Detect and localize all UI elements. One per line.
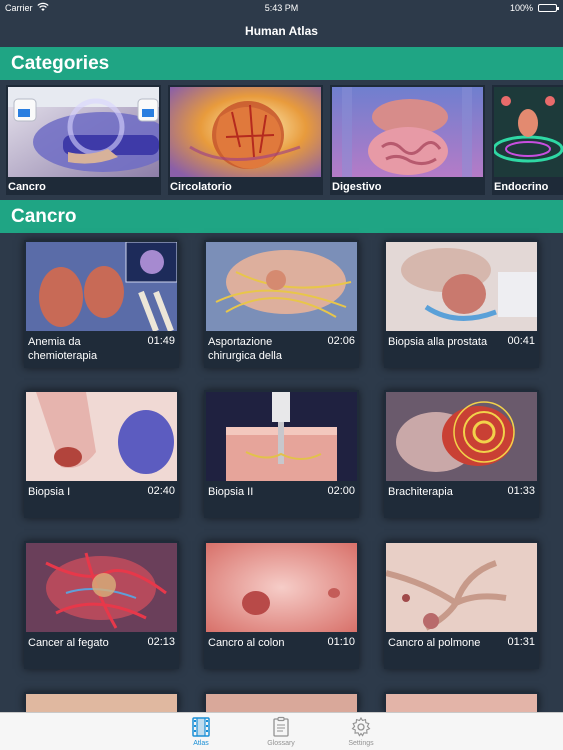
battery-percent: 100% [509,3,533,13]
tab-label: Atlas [193,740,209,747]
category-thumbnail [332,87,483,177]
video-thumbnail [386,242,537,331]
film-icon [192,717,210,737]
video-card-anemia[interactable]: Anemia da chemioterapia 01:49 [24,240,179,368]
category-label: Endocrino [494,181,549,193]
video-card-brachiterapia[interactable]: Brachiterapia 01:33 [384,390,539,518]
tab-label: Glossary [267,740,295,747]
video-duration: 01:31 [507,636,535,648]
video-card-cancer-fegato[interactable]: Cancer al fegato 02:13 [24,541,179,669]
video-title: Cancer al fegato [28,637,109,649]
category-card-cancro[interactable]: Cancro [6,85,173,195]
video-thumbnail [206,392,357,481]
video-title: Biopsia I [28,486,71,498]
video-duration: 02:00 [327,485,355,497]
tab-bar: Atlas Glossary Settings [0,712,563,750]
video-thumbnail [26,241,178,333]
category-label: Cancro [8,181,46,193]
category-thumbnail [492,87,563,177]
video-title: Brachiterapia [388,486,453,498]
video-card-partial[interactable] [204,692,359,712]
video-card-biopsia-i[interactable]: Biopsia I 02:40 [24,390,179,518]
tab-atlas[interactable]: Atlas [171,716,231,747]
categories-carousel[interactable]: Cancro Circolatorio Digestivo Endocrino [0,81,563,199]
video-thumbnail [206,242,357,331]
video-duration: 00:41 [507,335,535,347]
tab-label: Settings [348,740,374,747]
tab-glossary[interactable]: Glossary [251,716,311,747]
video-duration: 01:10 [327,636,355,648]
video-card-biopsia-prostata[interactable]: Biopsia alla prostata 00:41 [384,240,539,368]
video-duration: 02:40 [147,485,175,497]
video-duration: 01:49 [147,335,175,347]
video-thumbnail [26,694,177,712]
video-duration: 02:13 [147,636,175,648]
video-title: Asportazione chirurgica della [208,336,282,362]
categories-header: Categories [0,47,563,80]
battery-icon [538,4,559,12]
category-label: Circolatorio [170,181,232,193]
tab-settings[interactable]: Settings [331,716,391,747]
status-time: 5:43 PM [264,3,299,13]
video-duration: 02:06 [327,335,355,347]
category-label: Digestivo [332,181,382,193]
video-thumbnail [26,392,177,481]
video-title: Biopsia II [208,486,254,498]
video-title: Biopsia alla prostata [388,336,488,348]
category-thumbnail [8,87,173,177]
video-title: Cancro al colon [208,637,285,649]
clipboard-icon [273,716,289,737]
cancro-header: Cancro [0,200,563,233]
video-thumbnail [206,694,357,712]
category-card-digestivo[interactable]: Digestivo [330,85,485,195]
video-thumbnail [26,543,177,632]
category-card-circolatorio[interactable]: Circolatorio [168,85,323,195]
video-thumbnail [386,392,537,481]
page-title: Human Atlas [245,24,318,38]
gear-icon [351,716,371,737]
video-duration: 01:33 [507,485,535,497]
category-card-endocrino[interactable]: Endocrino [492,85,563,195]
video-title: Anemia da chemioterapia [28,336,98,362]
video-thumbnail [385,543,537,632]
category-thumbnail [170,87,321,177]
video-thumbnail [206,543,357,632]
video-card-asportazione[interactable]: Asportazione chirurgica della 02:06 [204,240,359,368]
status-bar: Carrier 5:43 PM 100% [0,0,563,16]
video-thumbnail [386,694,537,712]
video-card-cancro-colon[interactable]: Cancro al colon 01:10 [204,541,359,669]
video-title: Cancro al polmone [388,637,481,649]
video-card-partial[interactable] [24,692,179,712]
video-card-biopsia-ii[interactable]: Biopsia II 02:00 [204,390,359,518]
video-card-cancro-polmone[interactable]: Cancro al polmone 01:31 [384,541,539,669]
video-card-partial[interactable] [384,692,539,712]
